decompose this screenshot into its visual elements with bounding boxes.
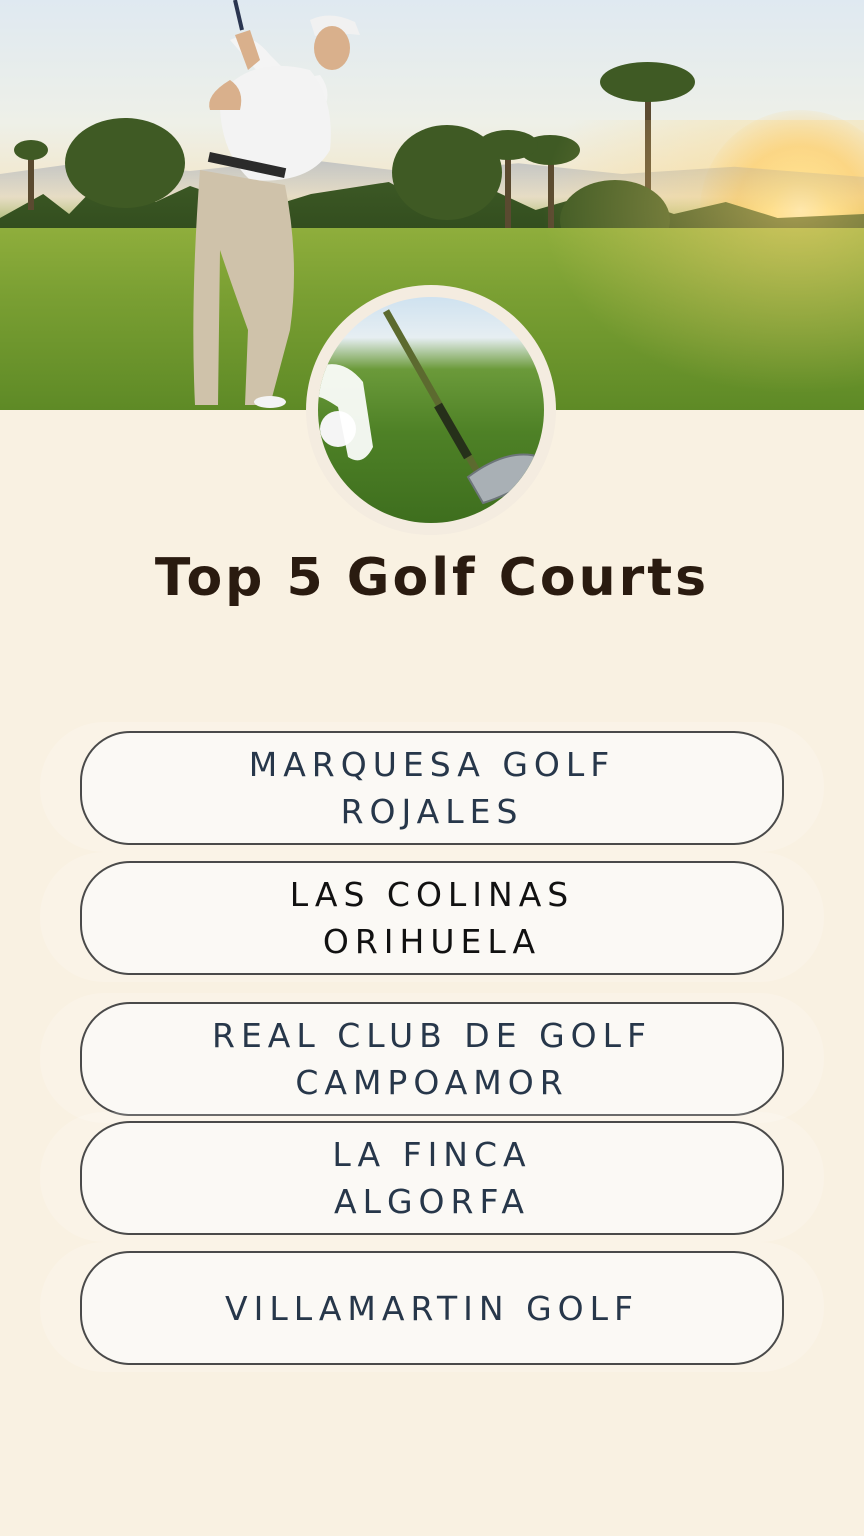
page-title: Top 5 Golf Courts: [154, 548, 710, 608]
course-location: ALGORFA: [334, 1182, 530, 1221]
palm-tree-crown: [600, 62, 695, 102]
course-location: ROJALES: [340, 792, 524, 831]
tree: [392, 125, 502, 220]
golf-club-icon: [318, 309, 542, 505]
course-button-la-finca[interactable]: LA FINCA ALGORFA: [80, 1121, 784, 1235]
course-button-campoamor[interactable]: REAL CLUB DE GOLF CAMPOAMOR: [80, 1002, 784, 1116]
course-button-las-colinas[interactable]: LAS COLINAS ORIHUELA: [80, 861, 784, 975]
course-name: LA FINCA: [332, 1135, 532, 1174]
sunlight-glow: [520, 120, 864, 410]
course-name: MARQUESA GOLF: [248, 745, 616, 784]
course-location: ORIHUELA: [322, 922, 542, 961]
palm-tree-crown: [14, 140, 48, 160]
course-name: LAS COLINAS: [289, 875, 575, 914]
course-button-villamartin[interactable]: VILLAMARTIN GOLF: [80, 1251, 784, 1365]
course-name: REAL CLUB DE GOLF: [212, 1016, 652, 1055]
course-location: CAMPOAMOR: [295, 1063, 569, 1102]
course-button-marquesa[interactable]: MARQUESA GOLF ROJALES: [80, 731, 784, 845]
medallion-image: [306, 285, 556, 535]
tree: [65, 118, 185, 208]
course-name: VILLAMARTIN GOLF: [225, 1288, 639, 1328]
golf-club-closeup: [318, 297, 544, 523]
